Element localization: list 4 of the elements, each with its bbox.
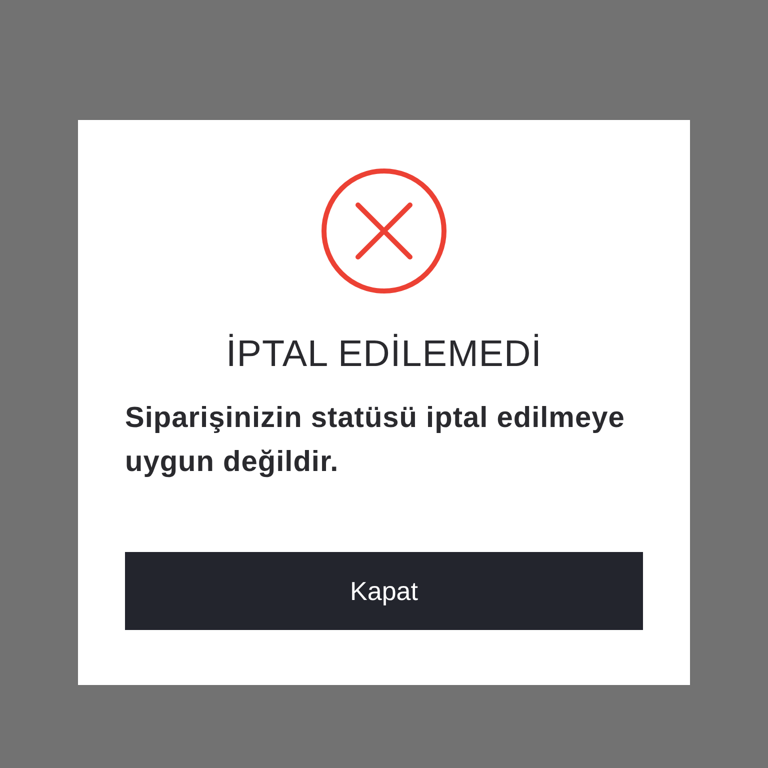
dialog-title: İPTAL EDİLEMEDİ [226,335,542,373]
dialog-message: Siparişinizin statüsü iptal edilmeye uygun değildir. [125,401,626,480]
close-button[interactable]: Kapat [125,552,643,630]
error-x-circle-icon [321,168,447,294]
